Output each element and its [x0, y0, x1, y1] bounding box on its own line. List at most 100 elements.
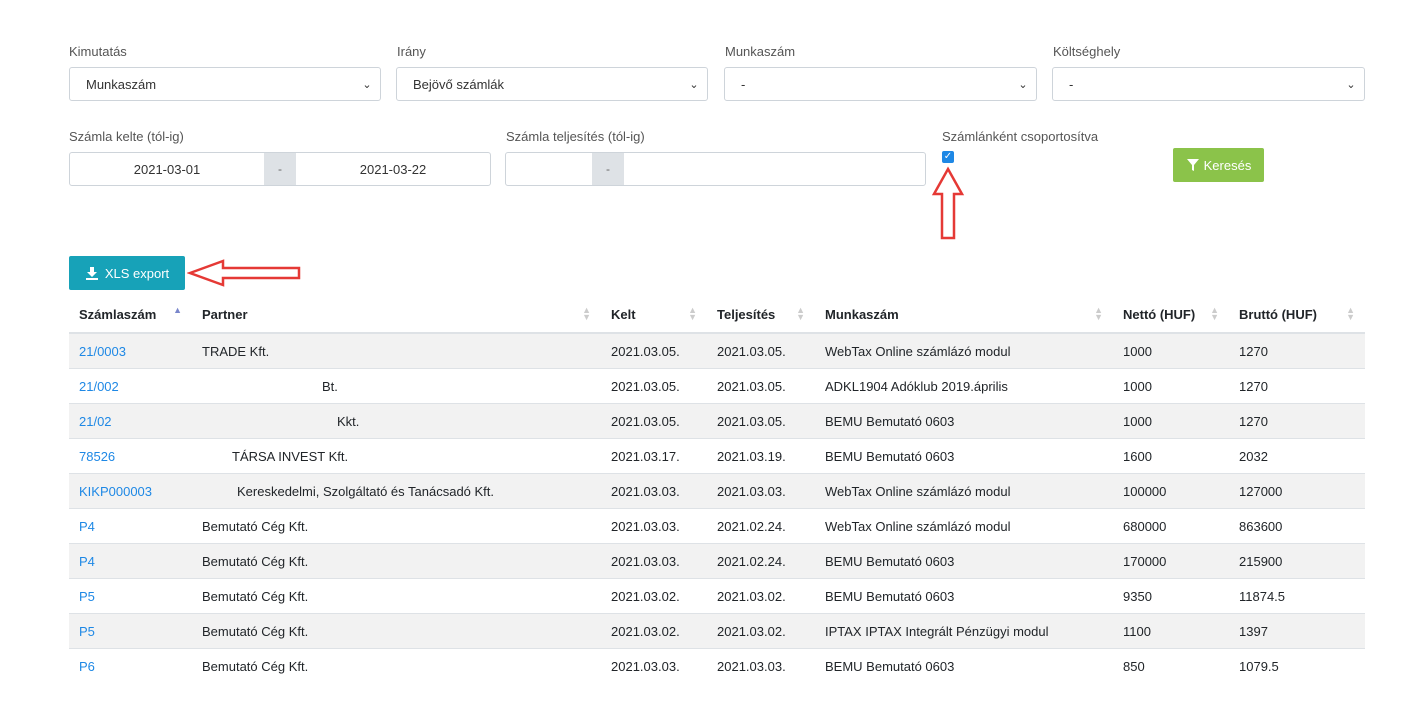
partner-cell: Bemutató Cég Kft. — [192, 648, 601, 683]
invoice-number-link[interactable]: 21/02 — [79, 414, 112, 429]
teljesites-cell: 2021.02.24. — [707, 508, 815, 544]
netto-cell: 1000 — [1113, 332, 1229, 369]
partner-cell-text: Bt. — [322, 378, 338, 394]
kimutatas-select[interactable]: Munkaszám ⌄ — [69, 67, 381, 101]
munkaszam-cell-text: WebTax Online számlázó modul — [825, 518, 1011, 534]
netto-cell-text: 170000 — [1123, 553, 1167, 569]
kelt-cell: 2021.03.02. — [601, 578, 707, 614]
invoice-number-cell: KIKP000003 — [69, 473, 192, 509]
sort-asc-icon: ▲ — [173, 305, 182, 315]
munkaszam-cell-text: IPTAX IPTAX Integrált Pénzügyi modul — [825, 623, 1049, 639]
partner-cell-text: Bemutató Cég Kft. — [202, 623, 309, 639]
invoice-number-link[interactable]: 78526 — [79, 449, 115, 464]
kelt-cell: 2021.03.05. — [601, 332, 707, 369]
col-header-netto[interactable]: Nettó (HUF) ▲ ▼ — [1113, 296, 1229, 334]
invoice-number-link[interactable]: P4 — [79, 554, 95, 569]
brutto-cell-text: 11874.5 — [1239, 588, 1286, 604]
brutto-cell: 863600 — [1229, 508, 1365, 544]
invoice-number-cell: P4 — [69, 508, 192, 544]
date-from-input[interactable]: 2021-03-01 — [70, 153, 264, 185]
netto-cell-text: 680000 — [1123, 518, 1167, 534]
date-from-input[interactable] — [506, 153, 592, 185]
invoice-number-cell: P5 — [69, 578, 192, 614]
invoice-number-link[interactable]: P4 — [79, 519, 95, 534]
invoice-number-link[interactable]: 21/002 — [79, 379, 119, 394]
range-separator: - — [264, 153, 296, 185]
brutto-cell: 1270 — [1229, 332, 1365, 369]
munkaszam-cell: ADKL1904 Adóklub 2019.április — [815, 368, 1113, 404]
munkaszam-cell-text: BEMU Bemutató 0603 — [825, 448, 955, 464]
col-header-munkaszam[interactable]: Munkaszám ▲ ▼ — [815, 296, 1113, 334]
munkaszam-cell-text: BEMU Bemutató 0603 — [825, 658, 955, 674]
netto-cell: 1600 — [1113, 438, 1229, 474]
netto-cell-text: 1000 — [1123, 343, 1152, 359]
teljesites-cell-text: 2021.03.05. — [717, 343, 786, 359]
koltseghely-select[interactable]: - ⌄ — [1052, 67, 1365, 101]
brutto-cell-text: 1270 — [1239, 378, 1268, 394]
chevron-down-icon: ⌄ — [1346, 78, 1356, 91]
kelt-cell-text: 2021.03.02. — [611, 623, 680, 639]
munkaszam-select[interactable]: - ⌄ — [724, 67, 1037, 101]
teljesites-cell: 2021.03.19. — [707, 438, 815, 474]
szamla-kelte-label: Számla kelte (tól-ig) — [69, 129, 184, 144]
chevron-down-icon: ⌄ — [362, 78, 372, 91]
table-row: 21/002 Bt. 2021.03.05. 2021.03.05. ADKL1904 … — [69, 368, 1365, 404]
kelt-cell: 2021.03.02. — [601, 613, 707, 649]
col-header-kelt[interactable]: Kelt ▲ ▼ — [601, 296, 707, 334]
table-row: P5 Bemutató Cég Kft. 2021.03.02. 2021.03.02… — [69, 613, 1365, 649]
kelt-cell-text: 2021.03.05. — [611, 413, 680, 429]
brutto-cell-text: 127000 — [1239, 483, 1283, 499]
col-header-teljesites[interactable]: Teljesítés ▲ ▼ — [707, 296, 815, 334]
irany-select[interactable]: Bejövő számlák ⌄ — [396, 67, 708, 101]
col-header-szamlaszam[interactable]: Számlaszám ▲ — [69, 296, 192, 334]
partner-cell: Kkt. — [192, 403, 601, 439]
teljesites-cell-text: 2021.03.19. — [717, 448, 786, 464]
brutto-cell: 1270 — [1229, 403, 1365, 439]
kelt-cell: 2021.03.03. — [601, 543, 707, 579]
invoice-number-link[interactable]: P5 — [79, 589, 95, 604]
munkaszam-cell: WebTax Online számlázó modul — [815, 473, 1113, 509]
date-to-input[interactable]: 2021-03-22 — [296, 153, 490, 185]
sort-icon: ▲ ▼ — [688, 305, 697, 322]
kelt-cell: 2021.03.03. — [601, 648, 707, 683]
xls-export-button[interactable]: XLS export — [69, 256, 185, 290]
irany-value: Bejövő számlák — [413, 76, 505, 92]
invoice-number-cell: P4 — [69, 543, 192, 579]
invoice-number-cell: P6 — [69, 648, 192, 683]
kelt-cell-text: 2021.03.05. — [611, 378, 680, 394]
invoice-number-link[interactable]: P5 — [79, 624, 95, 639]
irany-label: Irány — [397, 44, 426, 59]
brutto-cell-text: 2032 — [1239, 448, 1268, 464]
sort-icon: ▲ ▼ — [582, 305, 591, 322]
col-header-brutto[interactable]: Bruttó (HUF) ▲ ▼ — [1229, 296, 1365, 334]
sort-icon: ▲ ▼ — [1346, 305, 1355, 322]
netto-cell: 170000 — [1113, 543, 1229, 579]
munkaszam-cell: IPTAX IPTAX Integrált Pénzügyi modul — [815, 613, 1113, 649]
brutto-cell: 127000 — [1229, 473, 1365, 509]
partner-cell-text: TÁRSA INVEST Kft. — [232, 448, 349, 464]
invoice-number-cell: P5 — [69, 613, 192, 649]
munkaszam-cell: BEMU Bemutató 0603 — [815, 438, 1113, 474]
chevron-down-icon: ⌄ — [689, 78, 699, 91]
munkaszam-cell: WebTax Online számlázó modul — [815, 332, 1113, 369]
partner-cell: Bemutató Cég Kft. — [192, 613, 601, 649]
szamla-kelte-range: 2021-03-01 - 2021-03-22 — [69, 152, 491, 186]
munkaszam-cell: WebTax Online számlázó modul — [815, 508, 1113, 544]
csoportositva-checkbox[interactable]: ✓ — [942, 151, 954, 163]
partner-cell-text: Bemutató Cég Kft. — [202, 518, 309, 534]
kelt-cell: 2021.03.05. — [601, 403, 707, 439]
partner-cell: Bemutató Cég Kft. — [192, 578, 601, 614]
kimutatas-label: Kimutatás — [69, 44, 127, 59]
table-header-row: Számlaszám ▲ Partner ▲ ▼ Kelt ▲ ▼ Teljesítés ▲… — [69, 296, 1365, 334]
netto-cell-text: 1600 — [1123, 448, 1152, 464]
sort-icon: ▲ ▼ — [1094, 305, 1103, 322]
invoice-number-link[interactable]: 21/0003 — [79, 344, 126, 359]
netto-cell: 680000 — [1113, 508, 1229, 544]
netto-cell-text: 1000 — [1123, 378, 1152, 394]
date-to-input[interactable] — [624, 153, 925, 185]
search-button[interactable]: Keresés — [1173, 148, 1264, 182]
invoice-number-link[interactable]: KIKP000003 — [79, 484, 152, 499]
sort-icon: ▲ ▼ — [1210, 305, 1219, 322]
col-header-partner[interactable]: Partner ▲ ▼ — [192, 296, 601, 334]
invoice-number-link[interactable]: P6 — [79, 659, 95, 674]
